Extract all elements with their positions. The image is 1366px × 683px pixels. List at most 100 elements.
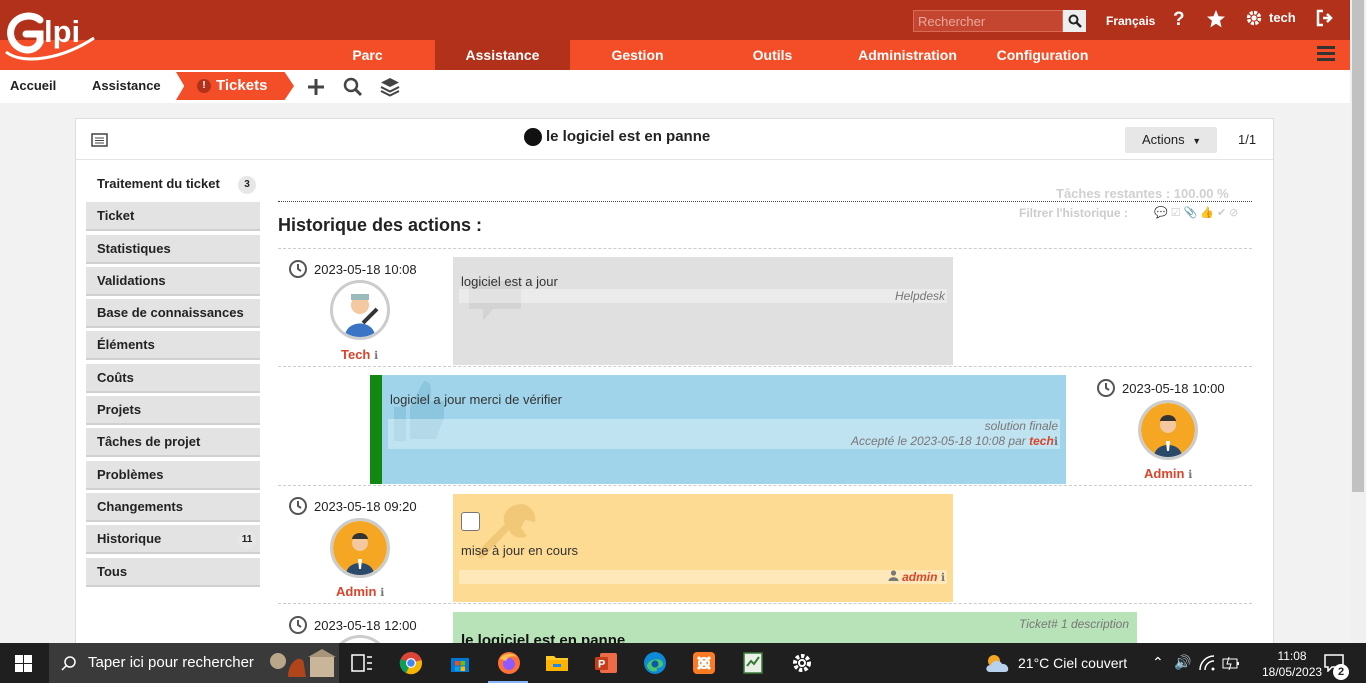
add-icon[interactable] xyxy=(305,76,327,98)
tab-elements[interactable]: Éléments xyxy=(86,331,260,361)
chrome-icon[interactable] xyxy=(399,651,423,675)
accepted-text: Accepté le 2023-05-18 10:08 par xyxy=(850,434,1026,448)
breadcrumb-home[interactable]: Accueil xyxy=(10,70,56,103)
entry-meta: Ticket# 1 description xyxy=(1019,617,1129,631)
filter-icons[interactable]: 💬☑📎👍✔⊘ xyxy=(1154,206,1241,219)
tab-changements[interactable]: Changements xyxy=(86,492,260,522)
user-name: Tech xyxy=(341,347,371,362)
tab-statistiques[interactable]: Statistiques xyxy=(86,234,260,264)
star-icon[interactable] xyxy=(1206,9,1226,35)
notepad-icon[interactable] xyxy=(741,651,765,675)
entry-date: 2023-05-18 09:20 xyxy=(314,498,417,514)
nav-parc[interactable]: Parc xyxy=(300,40,435,70)
avatar xyxy=(330,518,390,578)
tab-taches-projet[interactable]: Tâches de projet xyxy=(86,428,260,458)
entry-date: 2023-05-18 10:08 xyxy=(314,261,417,277)
pager: 1/1 xyxy=(1238,132,1257,147)
nav-outils[interactable]: Outils xyxy=(705,40,840,70)
breadcrumb: Accueil Assistance ! Tickets xyxy=(0,70,1350,103)
tab-count-badge: 3 xyxy=(238,176,256,194)
windows-taskbar: Taper ici pour rechercher P 21°C Ciel co… xyxy=(0,643,1366,683)
user-name: Admin xyxy=(1144,466,1185,481)
taskbar-clock[interactable]: 11:08 18/05/2023 xyxy=(1262,648,1322,680)
entry-content: logiciel est a jour xyxy=(461,274,558,289)
task-checkbox[interactable] xyxy=(461,512,480,531)
task-view-icon[interactable] xyxy=(350,651,374,675)
entry-meta: Helpdesk xyxy=(894,289,945,303)
battery-icon[interactable] xyxy=(1222,655,1240,671)
search-button[interactable] xyxy=(1063,10,1086,32)
layers-icon[interactable] xyxy=(379,76,401,98)
tab-projets[interactable]: Projets xyxy=(86,396,260,426)
info-icon[interactable]: ℹ xyxy=(374,350,378,362)
volume-icon[interactable]: 🔊 xyxy=(1174,654,1191,671)
scrollbar-thumb[interactable] xyxy=(1352,0,1364,492)
entry-content: mise à jour en cours xyxy=(461,543,579,558)
entry-user[interactable]: Admin ℹ xyxy=(336,584,384,599)
notification-badge: 2 xyxy=(1333,664,1349,680)
clock-date: 18/05/2023 xyxy=(1262,665,1323,679)
tab-validations[interactable]: Validations xyxy=(86,266,260,296)
microsoft-store-icon[interactable] xyxy=(448,651,472,675)
firefox-icon[interactable] xyxy=(497,651,521,675)
clock-icon xyxy=(289,260,307,278)
entry-meta: solution finale xyxy=(984,419,1058,433)
tab-problemes[interactable]: Problèmes xyxy=(86,460,260,490)
search-icon xyxy=(61,656,76,671)
file-explorer-icon[interactable] xyxy=(545,651,569,675)
avatar xyxy=(330,280,390,340)
solution-bubble: logiciel a jour merci de vérifier soluti… xyxy=(370,375,1066,484)
description-title: le logiciel est en panne xyxy=(461,632,626,643)
user-icon xyxy=(888,570,899,581)
info-icon[interactable]: ℹ xyxy=(1054,436,1058,448)
language-selector[interactable]: Français xyxy=(1106,14,1155,28)
accepted-user[interactable]: tech xyxy=(1029,434,1054,448)
tab-tous[interactable]: Tous xyxy=(86,557,260,587)
entry-timestamp: 2023-05-18 10:00 xyxy=(1096,378,1225,398)
logout-icon[interactable] xyxy=(1316,9,1334,33)
windows-start-icon[interactable] xyxy=(15,655,32,672)
nav-configuration[interactable]: Configuration xyxy=(975,40,1110,70)
hamburger-menu-icon[interactable] xyxy=(1317,46,1335,62)
tab-couts[interactable]: Coûts xyxy=(86,363,260,393)
xampp-icon[interactable] xyxy=(692,651,716,675)
wifi-icon[interactable] xyxy=(1199,655,1215,671)
gear-icon[interactable] xyxy=(1245,9,1263,33)
accepted-meta: Accepté le 2023-05-18 10:08 par techℹ xyxy=(851,434,1058,448)
divider xyxy=(278,201,1252,202)
nav-administration[interactable]: Administration xyxy=(840,40,975,70)
info-icon[interactable]: ℹ xyxy=(1188,469,1192,481)
entry-user[interactable]: Admin ℹ xyxy=(1144,466,1192,481)
settings-icon[interactable] xyxy=(790,651,814,675)
nav-gestion[interactable]: Gestion xyxy=(570,40,705,70)
info-icon[interactable]: ℹ xyxy=(941,572,945,584)
weather-widget[interactable]: 21°C Ciel couvert xyxy=(1018,655,1127,671)
info-icon[interactable]: ℹ xyxy=(380,587,384,599)
task-user[interactable]: admin xyxy=(902,570,937,584)
tab-count-badge: 11 xyxy=(238,531,256,550)
entry-user[interactable]: Tech ℹ xyxy=(341,347,378,362)
nav-assistance[interactable]: Assistance xyxy=(435,40,570,70)
search-input[interactable]: Rechercher xyxy=(913,10,1063,32)
powerpoint-icon[interactable]: P xyxy=(594,651,618,675)
list-icon[interactable] xyxy=(91,133,108,147)
tab-base-connaissances[interactable]: Base de connaissances xyxy=(86,299,260,329)
user-menu[interactable]: tech xyxy=(1269,10,1296,25)
ticket-card-header: le logiciel est en panne Actions ▼ 1/1 xyxy=(76,119,1273,160)
search-icon[interactable] xyxy=(342,76,364,98)
entry-timestamp: 2023-05-18 12:00 xyxy=(288,615,417,635)
task-bubble: mise à jour en cours admin ℹ xyxy=(453,494,953,602)
tab-traitement[interactable]: Traitement du ticket 3 xyxy=(86,170,260,199)
breadcrumb-tickets[interactable]: ! Tickets xyxy=(176,72,294,100)
tab-ticket[interactable]: Ticket xyxy=(86,202,260,232)
avatar xyxy=(1138,400,1198,460)
actions-dropdown[interactable]: Actions ▼ xyxy=(1125,127,1217,153)
edge-icon[interactable] xyxy=(643,651,667,675)
tab-historique[interactable]: Historique 11 xyxy=(86,525,260,555)
main-navigation: Parc Assistance Gestion Outils Administr… xyxy=(0,40,1350,70)
weather-cloud-icon[interactable] xyxy=(984,653,1012,673)
chevron-up-icon[interactable]: ⌃ xyxy=(1152,654,1164,671)
breadcrumb-assistance[interactable]: Assistance xyxy=(92,70,161,103)
help-icon[interactable]: ? xyxy=(1173,9,1185,31)
glpi-logo[interactable]: lpi xyxy=(4,8,100,64)
